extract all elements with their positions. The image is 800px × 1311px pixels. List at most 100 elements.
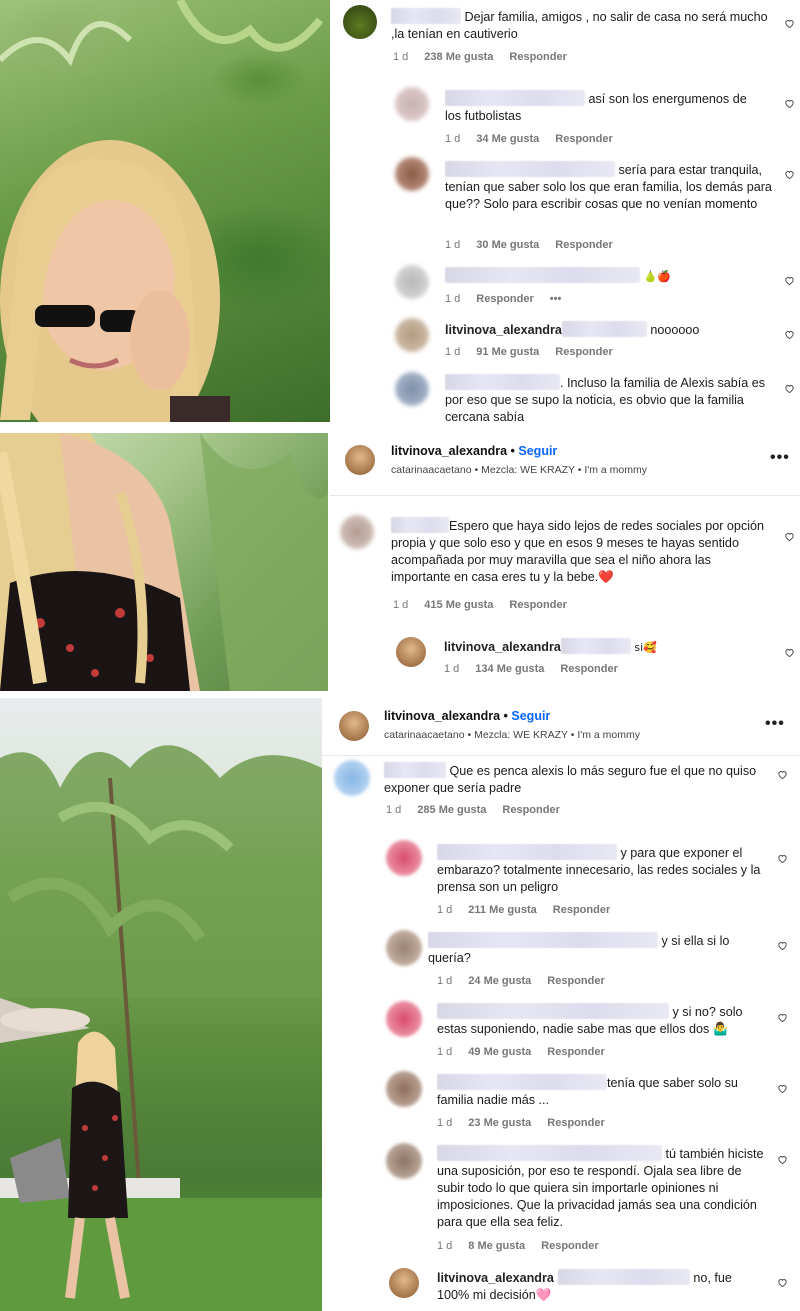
commenter-avatar[interactable] xyxy=(395,265,429,299)
comment-meta: 1 d 34 Me gusta Responder xyxy=(445,133,613,145)
commenter-avatar[interactable] xyxy=(395,318,429,352)
profile-username[interactable]: litvinova_alexandra xyxy=(391,444,507,458)
comment-username[interactable]: litvinova_alexandra xyxy=(445,323,562,337)
comment-text: Dejar familia, amigos , no salir de casa… xyxy=(391,8,768,41)
comment-text: litvinova_alexandra no, fue 100% mi deci… xyxy=(437,1269,732,1302)
reply-button[interactable]: Responder xyxy=(509,51,566,63)
heart-icon[interactable] xyxy=(777,1277,788,1288)
comment-meta: 1 d 49 Me gusta Responder xyxy=(437,1046,605,1058)
comment-text: y si ella si lo quería? xyxy=(428,932,730,965)
commenter-avatar[interactable] xyxy=(386,840,422,876)
commenter-avatar[interactable] xyxy=(343,5,377,39)
panel-2: litvinova_alexandra • Seguir catarinaaca… xyxy=(0,433,800,691)
more-options-icon[interactable]: ••• xyxy=(765,715,785,733)
video-thumbnail-3[interactable] xyxy=(0,698,322,1311)
commenter-avatar[interactable] xyxy=(396,637,426,667)
panel-divider xyxy=(0,691,800,698)
comment-text: tú también hiciste una suposición, por e… xyxy=(437,1145,764,1229)
commenter-avatar[interactable] xyxy=(389,1268,419,1298)
divider xyxy=(322,755,800,756)
commenter-avatar[interactable] xyxy=(386,1001,422,1037)
heart-icon[interactable] xyxy=(777,769,788,780)
comment-meta: 1 d 415 Me gusta Responder xyxy=(393,599,567,611)
reply-button[interactable]: Responder xyxy=(553,904,610,916)
reply-button[interactable]: Responder xyxy=(509,599,566,611)
commenter-avatar[interactable] xyxy=(395,87,429,121)
divider xyxy=(330,495,800,496)
commenter-avatar[interactable] xyxy=(395,157,429,191)
audio-subtitle[interactable]: catarinaacaetano • Mezcla: WE KRAZY • I'… xyxy=(391,464,647,476)
profile-avatar[interactable] xyxy=(339,711,369,741)
heart-icon[interactable] xyxy=(784,329,795,340)
comment-meta: 1 d 134 Me gusta Responder xyxy=(444,663,618,675)
comment-meta: 1 d Responder ••• xyxy=(445,293,562,305)
comment-text: . Incluso la familia de Alexis sabía es … xyxy=(445,374,766,422)
panel-3: litvinova_alexandra • Seguir catarinaaca… xyxy=(0,698,800,1311)
like-count: 34 Me gusta xyxy=(476,133,540,145)
comment-text: litvinova_alexandra si🥰 xyxy=(444,638,657,654)
heart-icon[interactable] xyxy=(784,18,795,29)
heart-icon[interactable] xyxy=(784,98,795,109)
comment-text: y para que exponer el embarazo? totalmen… xyxy=(437,844,761,894)
comment-username[interactable]: litvinova_alexandra xyxy=(444,640,561,654)
profile-username[interactable]: litvinova_alexandra xyxy=(384,709,500,723)
commenter-avatar[interactable] xyxy=(386,1071,422,1107)
comment-text: y si no? solo estas suponiendo, nadie sa… xyxy=(437,1003,743,1036)
video-thumbnail-1[interactable] xyxy=(0,0,330,422)
comment-meta: 1 d 24 Me gusta Responder xyxy=(437,975,605,987)
commenter-avatar[interactable] xyxy=(386,930,422,966)
reply-button[interactable]: Responder xyxy=(547,1117,604,1129)
comment-text: tenía que saber solo su familia nadie má… xyxy=(437,1074,738,1107)
reply-button[interactable]: Responder xyxy=(555,346,612,358)
panel-1: Dejar familia, amigos , no salir de casa… xyxy=(0,0,800,422)
like-count: 23 Me gusta xyxy=(468,1117,532,1129)
heart-icon[interactable] xyxy=(784,647,795,658)
reply-button[interactable]: Responder xyxy=(541,1240,598,1252)
heart-icon[interactable] xyxy=(784,169,795,180)
like-count: 211 Me gusta xyxy=(468,904,537,916)
like-count: 415 Me gusta xyxy=(424,599,494,611)
like-count: 49 Me gusta xyxy=(468,1046,532,1058)
heart-icon[interactable] xyxy=(777,1154,788,1165)
heart-icon[interactable] xyxy=(784,531,795,542)
like-count: 134 Me gusta xyxy=(475,663,545,675)
comment-text: así son los energumenos de los futbolist… xyxy=(445,90,747,123)
comment-username[interactable]: litvinova_alexandra xyxy=(437,1271,554,1285)
comment-meta: 1 d8 Me gusta Responder xyxy=(437,1240,599,1252)
more-options-icon[interactable]: ••• xyxy=(550,293,562,305)
reply-button[interactable]: Responder xyxy=(560,663,617,675)
heart-icon[interactable] xyxy=(777,1083,788,1094)
profile-avatar[interactable] xyxy=(345,445,375,475)
audio-subtitle[interactable]: catarinaacaetano • Mezcla: WE KRAZY • I'… xyxy=(384,729,640,741)
follow-button[interactable]: Seguir xyxy=(518,444,557,458)
post-header: litvinova_alexandra • Seguir xyxy=(384,709,551,723)
like-count: 238 Me gusta xyxy=(424,51,494,63)
heart-icon[interactable] xyxy=(777,1012,788,1023)
comment-text: sería para estar tranquila, tenían que s… xyxy=(445,161,772,211)
heart-icon[interactable] xyxy=(777,853,788,864)
commenter-avatar[interactable] xyxy=(395,372,429,406)
commenter-avatar[interactable] xyxy=(386,1143,422,1179)
reply-button[interactable]: Responder xyxy=(476,293,533,305)
reply-button[interactable]: Responder xyxy=(547,1046,604,1058)
comment-meta: 1 d 23 Me gusta Responder xyxy=(437,1117,605,1129)
commenter-avatar[interactable] xyxy=(340,515,374,549)
reply-button[interactable]: Responder xyxy=(555,133,612,145)
heart-icon[interactable] xyxy=(784,275,795,286)
comment-meta: 1 d 211 Me gusta Responder xyxy=(437,904,611,916)
comment-text: Que es penca alexis lo más seguro fue el… xyxy=(384,762,757,795)
reply-button[interactable]: Responder xyxy=(547,975,604,987)
heart-icon[interactable] xyxy=(784,383,795,394)
follow-button[interactable]: Seguir xyxy=(511,709,550,723)
reply-button[interactable]: Responder xyxy=(502,804,559,816)
more-options-icon[interactable]: ••• xyxy=(770,449,790,467)
reply-button[interactable]: Responder xyxy=(555,239,612,251)
video-thumbnail-2[interactable] xyxy=(0,433,328,691)
comment-text: 🍐🍎 xyxy=(445,267,765,285)
comment-meta: 1 d 238 Me gusta Responder xyxy=(393,51,567,63)
comment-meta: 1 d 91 Me gusta Responder xyxy=(445,346,613,358)
heart-icon[interactable] xyxy=(777,940,788,951)
like-count: 24 Me gusta xyxy=(468,975,532,987)
woman-dress-image xyxy=(0,433,328,691)
commenter-avatar[interactable] xyxy=(334,760,370,796)
